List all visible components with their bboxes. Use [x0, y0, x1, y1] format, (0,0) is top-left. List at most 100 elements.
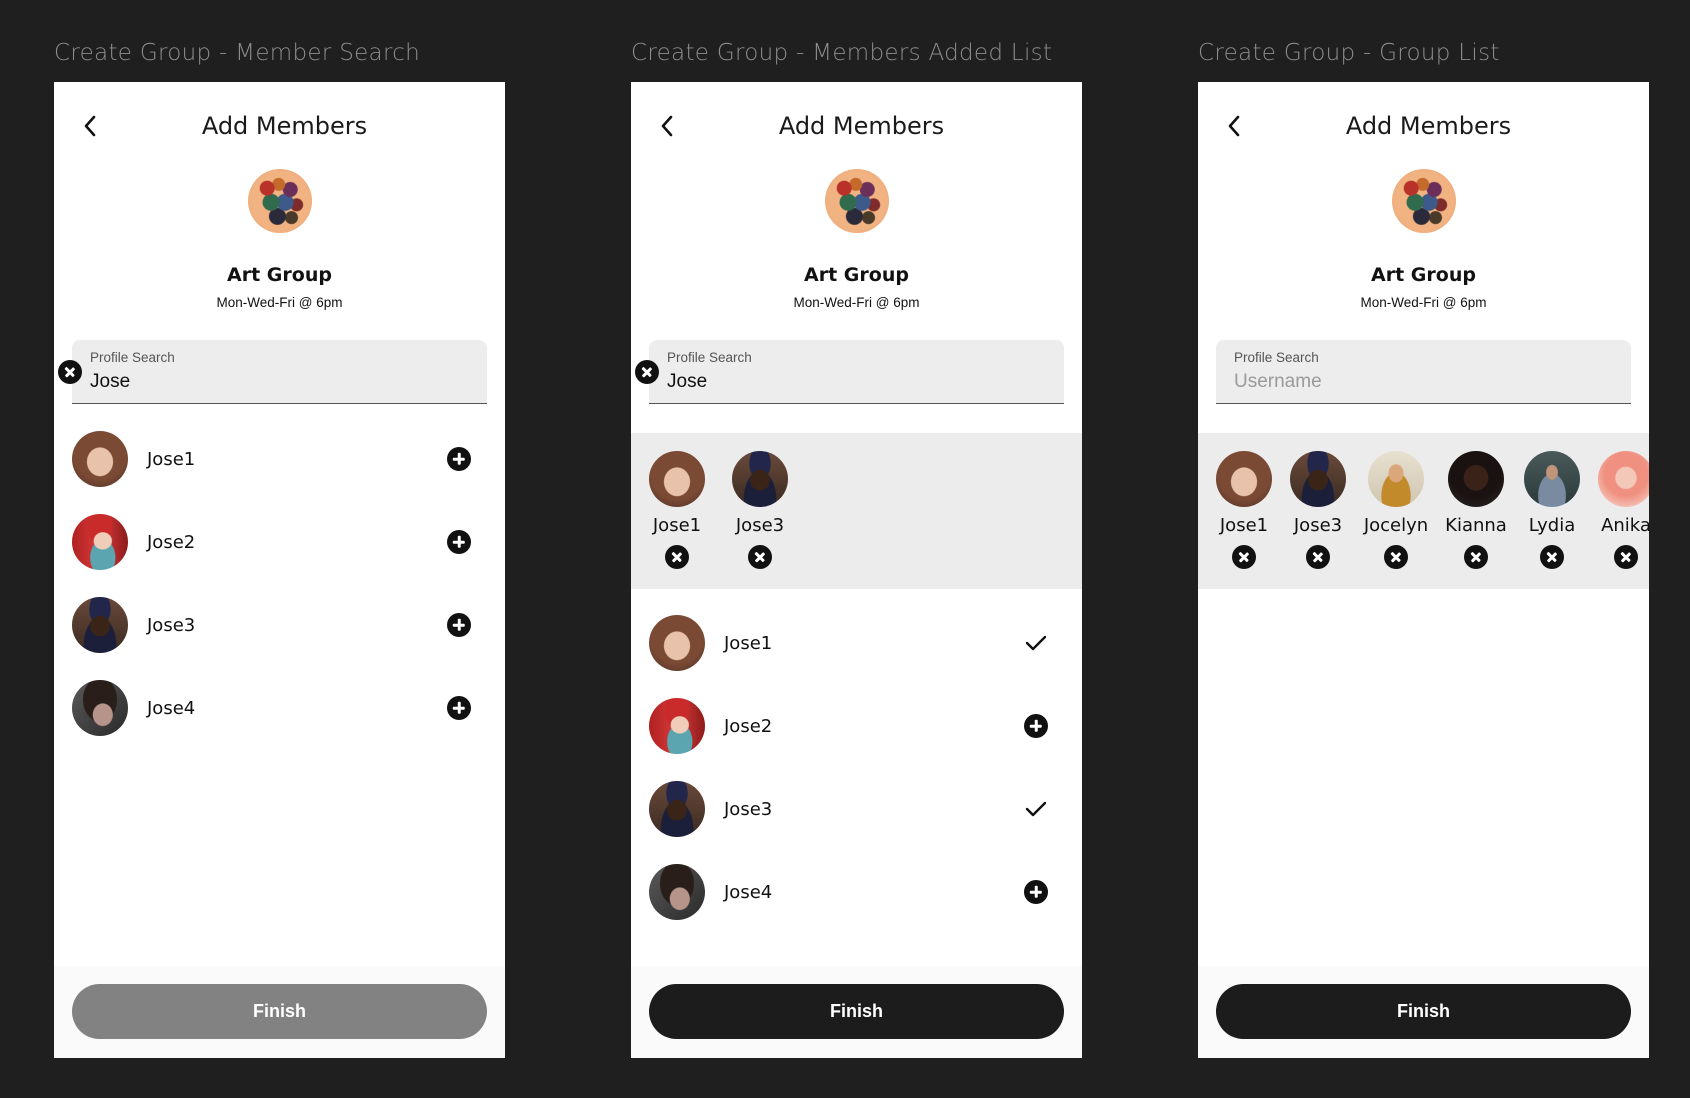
chip-name: Kianna [1445, 515, 1507, 536]
member-name: Jose1 [724, 632, 773, 654]
page-title: Add Members [778, 112, 945, 140]
search-input[interactable] [90, 371, 390, 393]
selected-member-chip: Anika [1591, 451, 1649, 569]
footer: Finish [1198, 966, 1649, 1058]
chip-name: Lydia [1528, 515, 1576, 536]
member-name: Jose3 [724, 798, 773, 820]
frame-label-member-search: Create Group - Member Search [54, 40, 421, 66]
add-member-icon[interactable] [1024, 714, 1048, 738]
add-member-icon[interactable] [447, 613, 471, 637]
chip-name: Jose1 [652, 515, 702, 536]
member-name: Jose2 [147, 531, 196, 553]
add-member-icon[interactable] [447, 447, 471, 471]
avatar [1448, 451, 1504, 507]
list-item[interactable]: Jose4 [649, 864, 1064, 920]
remove-member-icon[interactable] [748, 545, 772, 569]
selected-member-chip: Jose3 [1283, 451, 1353, 569]
checkmark-icon[interactable] [1024, 797, 1048, 821]
group-name: Art Group [1371, 264, 1476, 286]
finish-button[interactable]: Finish [72, 984, 487, 1039]
avatar [649, 864, 705, 920]
add-member-icon[interactable] [1024, 880, 1048, 904]
selected-members-strip[interactable]: Jose1 Jose3 Jocelyn Kianna Lydia Anika [1198, 433, 1649, 589]
remove-member-icon[interactable] [1540, 545, 1564, 569]
finish-button[interactable]: Finish [649, 984, 1064, 1039]
list-item[interactable]: Jose3 [72, 597, 487, 653]
avatar [1216, 451, 1272, 507]
screen-group-list: Add Members Art Group Mon-Wed-Fri @ 6pm … [1198, 82, 1649, 1058]
screen-member-search: Add Members Art Group Mon-Wed-Fri @ 6pm … [54, 82, 505, 1058]
clear-search-icon[interactable] [635, 360, 659, 384]
remove-member-icon[interactable] [1232, 545, 1256, 569]
header: Add Members [54, 82, 505, 174]
remove-member-icon[interactable] [1384, 545, 1408, 569]
group-avatar [248, 169, 312, 233]
selected-member-chip: Lydia [1517, 451, 1587, 569]
list-item[interactable]: Jose2 [72, 514, 487, 570]
remove-member-icon[interactable] [1306, 545, 1330, 569]
header: Add Members [1198, 82, 1649, 174]
avatar [649, 615, 705, 671]
list-item[interactable]: Jose4 [72, 680, 487, 736]
chip-name: Jose3 [735, 515, 785, 536]
selected-member-chip: Jocelyn [1361, 451, 1431, 569]
selected-member-chip: Jose1 [642, 451, 712, 569]
add-member-icon[interactable] [447, 530, 471, 554]
list-item[interactable]: Jose1 [649, 615, 1064, 671]
selected-member-chip: Kianna [1441, 451, 1511, 569]
member-name: Jose4 [147, 697, 196, 719]
avatar [72, 597, 128, 653]
avatar [72, 431, 128, 487]
footer: Finish [54, 966, 505, 1058]
member-name: Jose1 [147, 448, 196, 470]
group-schedule: Mon-Wed-Fri @ 6pm [1360, 295, 1487, 310]
finish-button[interactable]: Finish [1216, 984, 1631, 1039]
search-label: Profile Search [1234, 350, 1319, 365]
checkmark-icon[interactable] [1024, 631, 1048, 655]
remove-member-icon[interactable] [1464, 545, 1488, 569]
member-name: Jose2 [724, 715, 773, 737]
chip-name: Anika [1601, 515, 1649, 536]
group-schedule: Mon-Wed-Fri @ 6pm [216, 295, 343, 310]
page-title: Add Members [1345, 112, 1512, 140]
group-name: Art Group [804, 264, 909, 286]
remove-member-icon[interactable] [665, 545, 689, 569]
header: Add Members [631, 82, 1082, 174]
member-name: Jose3 [147, 614, 196, 636]
chip-name: Jose1 [1219, 515, 1269, 536]
frame-label-members-added-list: Create Group - Members Added List [631, 40, 1053, 66]
avatar [1368, 451, 1424, 507]
screen-members-added-list: Add Members Art Group Mon-Wed-Fri @ 6pm … [631, 82, 1082, 1058]
remove-member-icon[interactable] [1614, 545, 1638, 569]
avatar [72, 680, 128, 736]
profile-search-field[interactable]: Profile Search [1216, 340, 1631, 404]
footer: Finish [631, 966, 1082, 1058]
profile-search-field[interactable]: Profile Search [635, 340, 1064, 404]
member-name: Jose4 [724, 881, 773, 903]
selected-member-chip: Jose3 [725, 451, 795, 569]
search-input[interactable] [1234, 371, 1534, 393]
selected-member-chip: Jose1 [1209, 451, 1279, 569]
selected-members-strip: Jose1 Jose3 [631, 433, 1082, 589]
profile-search-field[interactable]: Profile Search [58, 340, 487, 404]
chip-name: Jocelyn [1363, 515, 1429, 536]
clear-search-icon[interactable] [58, 360, 82, 384]
avatar [72, 514, 128, 570]
avatar [1290, 451, 1346, 507]
search-label: Profile Search [667, 350, 752, 365]
list-item[interactable]: Jose1 [72, 431, 487, 487]
group-avatar [1392, 169, 1456, 233]
frame-label-group-list: Create Group - Group List [1198, 40, 1500, 66]
avatar [1598, 451, 1649, 507]
avatar [649, 698, 705, 754]
list-item[interactable]: Jose3 [649, 781, 1064, 837]
avatar [649, 451, 705, 507]
list-item[interactable]: Jose2 [649, 698, 1064, 754]
search-input[interactable] [667, 371, 967, 393]
chip-name: Jose3 [1293, 515, 1343, 536]
avatar [649, 781, 705, 837]
add-member-icon[interactable] [447, 696, 471, 720]
group-name: Art Group [227, 264, 332, 286]
group-avatar [825, 169, 889, 233]
page-title: Add Members [201, 112, 368, 140]
